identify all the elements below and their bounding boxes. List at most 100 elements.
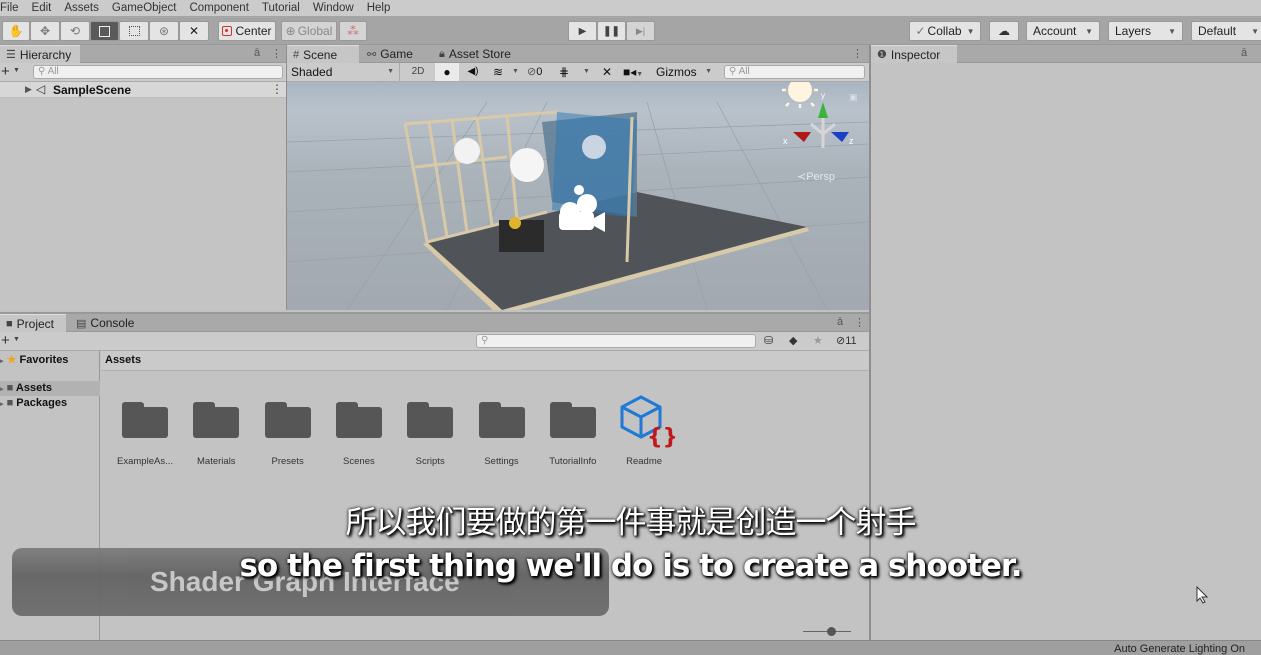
orientation-gizmo[interactable]: x y z: [783, 91, 859, 152]
z-axis-cone[interactable]: [831, 132, 849, 142]
tab-inspector[interactable]: ❶ Inspector: [871, 45, 957, 63]
chevron-down-icon[interactable]: ▼: [583, 68, 590, 75]
tab-console[interactable]: ▤ Console: [70, 314, 146, 332]
transform-tool-button[interactable]: ⊛: [149, 21, 179, 41]
pivot-global-toggle[interactable]: ⊕ Global: [281, 21, 337, 41]
project-search-input[interactable]: ⚲: [476, 334, 756, 348]
add-icon[interactable]: +: [1, 332, 10, 349]
layers-dropdown[interactable]: Layers ▼: [1108, 21, 1183, 41]
breadcrumb[interactable]: Assets: [105, 354, 141, 366]
tools-toggle[interactable]: ✕: [597, 63, 617, 81]
lock-icon[interactable]: ▣: [849, 92, 858, 103]
asset-folder[interactable]: TutorialInfo: [538, 386, 608, 467]
tab-game[interactable]: ⚯ Game: [361, 45, 431, 63]
gizmos-dropdown[interactable]: Gizmos ▼: [653, 63, 715, 81]
slider-thumb[interactable]: [827, 627, 836, 636]
tree-item-packages[interactable]: ▸ ■ Packages: [0, 396, 100, 411]
expand-arrow-icon[interactable]: ▸: [0, 401, 4, 408]
search-by-label-icon[interactable]: ◆: [789, 334, 797, 347]
asset-folder[interactable]: Settings: [467, 386, 537, 467]
tree-item-assets[interactable]: ▸ ■ Assets: [0, 381, 100, 396]
x-axis-cone[interactable]: [793, 132, 811, 142]
lighting-toggle[interactable]: ●: [435, 63, 459, 81]
collab-dropdown[interactable]: ✓ Collab ▼: [909, 21, 981, 41]
custom-tool-button[interactable]: ✕: [179, 21, 209, 41]
more-options-icon[interactable]: ⋮: [854, 316, 865, 329]
hidden-objects-toggle[interactable]: ⊘0: [527, 63, 555, 81]
transform-icon: ⊛: [158, 24, 170, 38]
effects-toggle[interactable]: ≋: [487, 63, 509, 81]
tree-item-favorites[interactable]: ▸ ★ Favorites: [0, 352, 100, 368]
tab-asset-store[interactable]: 🔒︎ Asset Store: [433, 45, 533, 63]
menu-window[interactable]: Window: [313, 2, 354, 14]
expand-arrow-icon[interactable]: ▸: [0, 386, 4, 393]
projection-toggle[interactable]: ≺Persp: [797, 170, 835, 183]
lock-icon[interactable]: ā: [1241, 47, 1247, 59]
camera-dropdown[interactable]: ■◂▼: [623, 63, 653, 81]
menu-gameobject[interactable]: GameObject: [112, 2, 177, 14]
menu-tutorial[interactable]: Tutorial: [262, 2, 300, 14]
asset-readme[interactable]: {} Readme: [609, 386, 679, 467]
folder-icon: [193, 402, 240, 438]
expand-arrow-icon[interactable]: ▸: [0, 358, 4, 365]
tab-scene[interactable]: # Scene: [287, 45, 359, 63]
asset-folder[interactable]: ExampleAs...: [110, 386, 180, 467]
menu-edit[interactable]: Edit: [32, 2, 52, 14]
asset-folder[interactable]: Materials: [181, 386, 251, 467]
more-options-icon[interactable]: ⋮: [271, 47, 282, 60]
layout-dropdown[interactable]: Default ▼: [1191, 21, 1261, 41]
move-icon: ✥: [39, 24, 51, 38]
hidden-packages-toggle[interactable]: ⊘11: [836, 334, 857, 347]
rotate-tool-button[interactable]: ⟲: [60, 21, 90, 41]
play-button[interactable]: ▶: [568, 21, 597, 41]
shading-mode-dropdown[interactable]: Shaded ▼: [287, 63, 400, 81]
grid-toggle[interactable]: ⋕: [559, 63, 579, 81]
light-probe: [582, 135, 606, 159]
lighting-status[interactable]: Auto Generate Lighting On: [1114, 643, 1245, 655]
more-options-icon[interactable]: ⋮: [852, 47, 863, 60]
cloud-button[interactable]: ☁: [989, 21, 1019, 41]
tab-project[interactable]: ■ Project: [0, 314, 66, 332]
asset-folder[interactable]: Scripts: [395, 386, 465, 467]
move-tool-button[interactable]: ✥: [30, 21, 60, 41]
lock-icon[interactable]: ā: [837, 316, 843, 328]
hierarchy-search-input[interactable]: ⚲ All: [33, 65, 283, 79]
asset-folder[interactable]: Scenes: [324, 386, 394, 467]
scale-icon: [99, 25, 110, 37]
add-icon[interactable]: +: [1, 63, 10, 80]
asset-folder[interactable]: Presets: [253, 386, 323, 467]
pause-button[interactable]: ❚❚: [597, 21, 626, 41]
rect-tool-button[interactable]: [119, 21, 149, 41]
audio-toggle[interactable]: ◀): [461, 63, 485, 81]
scene-search-input[interactable]: ⚲ All: [724, 65, 865, 79]
2d-label: 2D: [411, 66, 425, 77]
menu-file[interactable]: File: [0, 2, 19, 14]
chevron-down-icon[interactable]: ▼: [512, 68, 519, 75]
scale-tool-button[interactable]: [90, 21, 119, 41]
2d-toggle[interactable]: 2D: [405, 63, 431, 81]
hand-tool-button[interactable]: ✋: [2, 21, 30, 41]
lock-icon[interactable]: ā: [254, 47, 260, 59]
step-button[interactable]: ▶|: [626, 21, 655, 41]
more-options-icon[interactable]: ⋮: [271, 82, 283, 96]
snap-toggle[interactable]: ⁂: [339, 21, 367, 41]
search-icon: ⚲: [729, 66, 739, 77]
favorite-star-icon[interactable]: ★: [813, 334, 823, 347]
pivot-center-toggle[interactable]: Center: [218, 21, 276, 41]
account-dropdown[interactable]: Account ▼: [1026, 21, 1100, 41]
scene-row[interactable]: ▶ ◁ SampleScene ⋮: [0, 82, 286, 98]
chevron-down-icon: ▼: [1168, 26, 1176, 36]
scene-viewport[interactable]: x y z ▣ ≺Persp: [287, 82, 869, 310]
expand-arrow-icon[interactable]: ▶: [25, 84, 32, 95]
chevron-down-icon[interactable]: ▼: [13, 336, 20, 343]
chevron-down-icon[interactable]: ▼: [13, 67, 20, 74]
search-by-type-icon[interactable]: ⛁: [764, 334, 773, 347]
icon-size-slider[interactable]: [800, 627, 855, 637]
menu-help[interactable]: Help: [367, 2, 391, 14]
menu-assets[interactable]: Assets: [64, 2, 99, 14]
scene-tabbar: # Scene ⚯ Game 🔒︎ Asset Store ⋮: [287, 45, 869, 63]
tab-hierarchy[interactable]: ☰ Hierarchy: [0, 45, 80, 63]
menu-component[interactable]: Component: [189, 2, 248, 14]
y-axis-cone[interactable]: [818, 102, 828, 118]
search-placeholder: All: [47, 66, 59, 77]
